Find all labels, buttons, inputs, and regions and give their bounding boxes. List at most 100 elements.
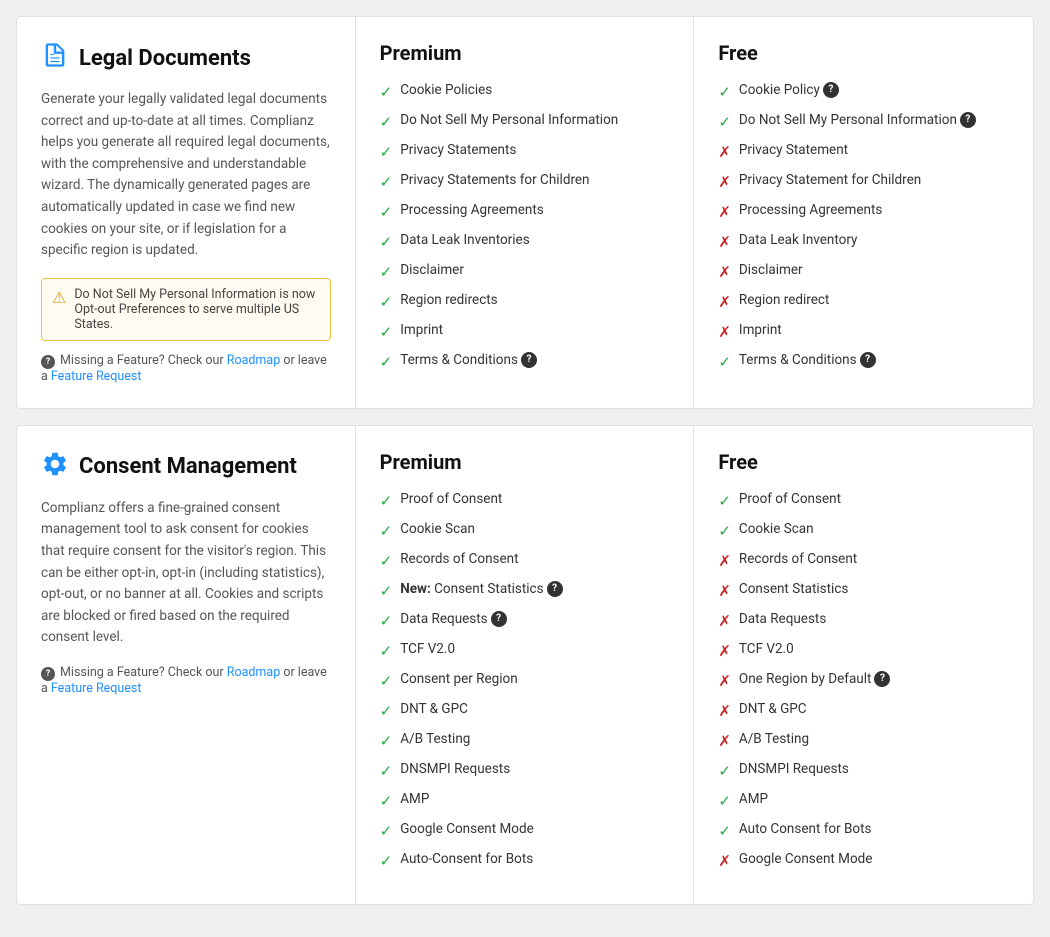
cross-icon: ✗ xyxy=(718,611,731,632)
feature-label: Privacy Statement xyxy=(739,141,848,160)
list-item: ✗ Records of Consent xyxy=(718,550,1009,572)
list-item: ✓Do Not Sell My Personal Information xyxy=(380,111,670,133)
list-item: ✗Region redirect xyxy=(718,291,1009,313)
feature-label: Region redirect xyxy=(739,291,829,310)
list-item: ✓ New: Consent Statistics? xyxy=(380,580,670,602)
check-icon: ✓ xyxy=(380,551,393,572)
list-item: ✓Proof of Consent xyxy=(718,490,1009,512)
list-item: ✗Data Leak Inventory xyxy=(718,231,1009,253)
missing-feature-help-icon: ? xyxy=(41,667,55,681)
check-icon: ✓ xyxy=(380,292,393,313)
help-icon[interactable]: ? xyxy=(547,581,563,597)
section-icon-consent-management xyxy=(41,450,69,484)
help-icon[interactable]: ? xyxy=(860,352,876,368)
cross-icon: ✗ xyxy=(718,851,731,872)
section-desc-legal-documents: Generate your legally validated legal do… xyxy=(41,89,331,262)
missing-feature-text: ?Missing a Feature? Check our Roadmap or… xyxy=(41,353,331,384)
cross-icon: ✗ xyxy=(718,202,731,223)
check-icon: ✓ xyxy=(718,761,731,782)
list-item: ✓Privacy Statements for Children xyxy=(380,171,670,193)
feature-request-link[interactable]: Feature Request xyxy=(51,369,142,384)
check-icon: ✓ xyxy=(718,82,731,103)
notice-warning-icon: ⚠ xyxy=(52,288,66,307)
feature-label: Data Requests xyxy=(739,610,826,629)
help-icon[interactable]: ? xyxy=(823,82,839,98)
check-icon: ✓ xyxy=(718,821,731,842)
feature-label: Records of Consent xyxy=(739,550,857,569)
check-icon: ✓ xyxy=(718,791,731,812)
check-icon: ✓ xyxy=(380,761,393,782)
new-badge: New: xyxy=(400,581,434,597)
list-item: ✓Auto Consent for Bots xyxy=(718,820,1009,842)
check-icon: ✓ xyxy=(380,262,393,283)
list-item: ✗One Region by Default? xyxy=(718,670,1009,692)
cross-icon: ✗ xyxy=(718,731,731,752)
section-heading-consent-management: Consent Management xyxy=(79,454,297,479)
list-item: ✗Privacy Statement xyxy=(718,141,1009,163)
check-icon: ✓ xyxy=(380,232,393,253)
list-item: ✓ Cookie Policy? xyxy=(718,81,1009,103)
page-wrapper: Legal Documents Generate your legally val… xyxy=(0,0,1050,937)
feature-label: DNT & GPC xyxy=(739,700,807,719)
cross-icon: ✗ xyxy=(718,551,731,572)
section-card-legal-documents: Legal Documents Generate your legally val… xyxy=(16,16,1034,409)
feature-label: Disclaimer xyxy=(739,261,803,280)
check-icon: ✓ xyxy=(380,581,393,602)
cross-icon: ✗ xyxy=(718,262,731,283)
free-list-legal-documents: ✓Cookie Policy?✓Do Not Sell My Personal … xyxy=(718,81,1009,373)
feature-label: New: Consent Statistics? xyxy=(400,580,562,599)
feature-label: Imprint xyxy=(400,321,443,340)
premium-list-consent-management: ✓Proof of Consent✓Cookie Scan✓Records of… xyxy=(380,490,670,872)
help-icon[interactable]: ? xyxy=(491,611,507,627)
list-item: ✗ Processing Agreements xyxy=(718,201,1009,223)
free-list-consent-management: ✓Proof of Consent✓Cookie Scan✗Records of… xyxy=(718,490,1009,872)
feature-label: Cookie Scan xyxy=(739,520,814,539)
check-icon: ✓ xyxy=(380,202,393,223)
premium-title-legal-documents: Premium xyxy=(380,41,670,65)
list-item: ✗ Data Requests xyxy=(718,610,1009,632)
list-item: ✓Cookie Scan xyxy=(718,520,1009,542)
cross-icon: ✗ xyxy=(718,322,731,343)
roadmap-link[interactable]: Roadmap xyxy=(227,665,280,680)
feature-label: Terms & Conditions? xyxy=(739,351,876,370)
list-item: ✓Auto-Consent for Bots xyxy=(380,850,670,872)
list-item: ✓AMP xyxy=(380,790,670,812)
list-item: ✗Privacy Statement for Children xyxy=(718,171,1009,193)
list-item: ✓Terms & Conditions? xyxy=(718,351,1009,373)
list-item: ✗DNT & GPC xyxy=(718,700,1009,722)
feature-label: Cookie Scan xyxy=(400,520,475,539)
feature-label: Region redirects xyxy=(400,291,497,310)
list-item: ✓Google Consent Mode xyxy=(380,820,670,842)
feature-label: A/B Testing xyxy=(739,730,809,749)
feature-label: Google Consent Mode xyxy=(739,850,873,869)
section-heading-legal-documents: Legal Documents xyxy=(79,46,251,71)
feature-label: Privacy Statements for Children xyxy=(400,171,589,190)
help-icon[interactable]: ? xyxy=(874,671,890,687)
section-desc-consent-management: Complianz offers a fine-grained consent … xyxy=(41,498,331,649)
free-col-consent-management: Free✓Proof of Consent✓Cookie Scan✗Record… xyxy=(694,426,1033,904)
check-icon: ✓ xyxy=(380,701,393,722)
notice-text: Do Not Sell My Personal Information is n… xyxy=(74,287,319,332)
help-icon[interactable]: ? xyxy=(521,352,537,368)
list-item: ✓A/B Testing xyxy=(380,730,670,752)
feature-label: AMP xyxy=(400,790,429,809)
check-icon: ✓ xyxy=(380,491,393,512)
list-item: ✓Data Requests? xyxy=(380,610,670,632)
premium-col-consent-management: Premium✓Proof of Consent✓Cookie Scan✓Rec… xyxy=(356,426,695,904)
feature-label: Data Requests? xyxy=(400,610,506,629)
help-icon[interactable]: ? xyxy=(960,112,976,128)
feature-label: AMP xyxy=(739,790,768,809)
list-item: ✓ Data Leak Inventories xyxy=(380,231,670,253)
section-card-consent-management: Consent Management Complianz offers a fin… xyxy=(16,425,1034,905)
roadmap-link[interactable]: Roadmap xyxy=(227,353,280,368)
feature-request-link[interactable]: Feature Request xyxy=(51,681,142,696)
check-icon: ✓ xyxy=(380,142,393,163)
list-item: ✓Disclaimer xyxy=(380,261,670,283)
feature-label: DNSMPI Requests xyxy=(739,760,849,779)
feature-label: Processing Agreements xyxy=(739,201,882,220)
feature-label: Data Leak Inventories xyxy=(400,231,529,250)
free-col-legal-documents: Free✓Cookie Policy?✓Do Not Sell My Perso… xyxy=(694,17,1033,408)
feature-label: Cookie Policy? xyxy=(739,81,839,100)
list-item: ✓ AMP xyxy=(718,790,1009,812)
list-item: ✗ Google Consent Mode xyxy=(718,850,1009,872)
